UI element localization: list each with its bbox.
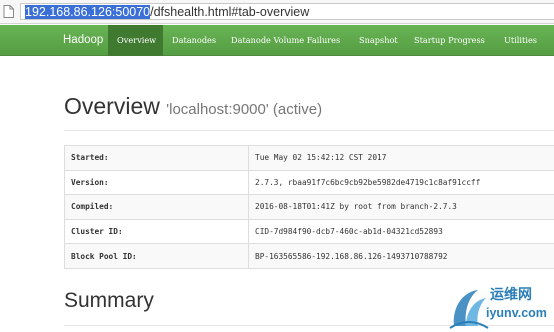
- table-row: Block Pool ID: BP-163565586-192.168.86.1…: [64, 243, 554, 269]
- address-bar: 192.168.86.126:50070/dfshealth.html#tab-…: [0, 0, 554, 24]
- watermark-logo-icon: [449, 290, 489, 329]
- watermark-cn-text: 运维网: [490, 286, 532, 302]
- row-key-version: Version:: [64, 169, 249, 196]
- tab-snapshot[interactable]: Snapshot: [359, 25, 398, 56]
- url-rest-text: /dfshealth.html#tab-overview: [150, 5, 310, 19]
- overview-heading: Overview: [64, 93, 160, 119]
- row-key-cluster-id: Cluster ID:: [64, 218, 249, 245]
- tab-utilities[interactable]: Utilities: [504, 25, 537, 56]
- tab-overview[interactable]: Overview: [117, 25, 156, 56]
- row-key-compiled: Compiled:: [64, 194, 249, 220]
- tab-datanodes[interactable]: Datanodes: [172, 25, 216, 56]
- title-divider: [64, 130, 554, 131]
- page-title: Overview 'localhost:9000' (active): [64, 92, 322, 124]
- row-key-started: Started:: [64, 145, 249, 171]
- row-value-started: Tue May 02 15:42:12 CST 2017: [248, 145, 554, 171]
- watermark-url-text: iyunv.com: [486, 306, 547, 320]
- url-selected-text: 192.168.86.126:50070: [25, 5, 151, 19]
- table-row: Compiled: 2016-08-18T01:41Z by root from…: [64, 194, 554, 220]
- row-value-compiled: 2016-08-18T01:41Z by root from branch-2.…: [248, 194, 554, 220]
- row-value-cluster-id: CID-7d984f90-dcb7-460c-ab1d-04321cd52893: [248, 218, 554, 245]
- table-row: Cluster ID: CID-7d984f90-dcb7-460c-ab1d-…: [64, 218, 554, 245]
- overview-table: Started: Tue May 02 15:42:12 CST 2017 Ve…: [64, 145, 554, 269]
- table-row: Started: Tue May 02 15:42:12 CST 2017: [64, 145, 554, 171]
- site-watermark: 运维网 iyunv.com: [442, 282, 554, 332]
- top-navbar: Hadoop Overview Datanodes Datanode Volum…: [0, 25, 554, 56]
- tab-datanode-volume-failures[interactable]: Datanode Volume Failures: [231, 25, 340, 56]
- row-value-block-pool-id: BP-163565586-192.168.86.126-149371078879…: [248, 243, 554, 269]
- summary-heading: Summary: [64, 289, 154, 312]
- brand-link[interactable]: Hadoop: [63, 25, 103, 56]
- namenode-subtitle: 'localhost:9000' (active): [166, 101, 323, 118]
- url-input[interactable]: 192.168.86.126:50070/dfshealth.html#tab-…: [20, 3, 554, 20]
- row-key-block-pool-id: Block Pool ID:: [64, 243, 249, 269]
- row-value-version: 2.7.3, rbaa91f7c6bc9cb92be5982de4719c1c8…: [248, 169, 554, 196]
- table-row: Version: 2.7.3, rbaa91f7c6bc9cb92be5982d…: [64, 169, 554, 196]
- tab-startup-progress[interactable]: Startup Progress: [414, 25, 485, 56]
- page-icon: [3, 5, 14, 18]
